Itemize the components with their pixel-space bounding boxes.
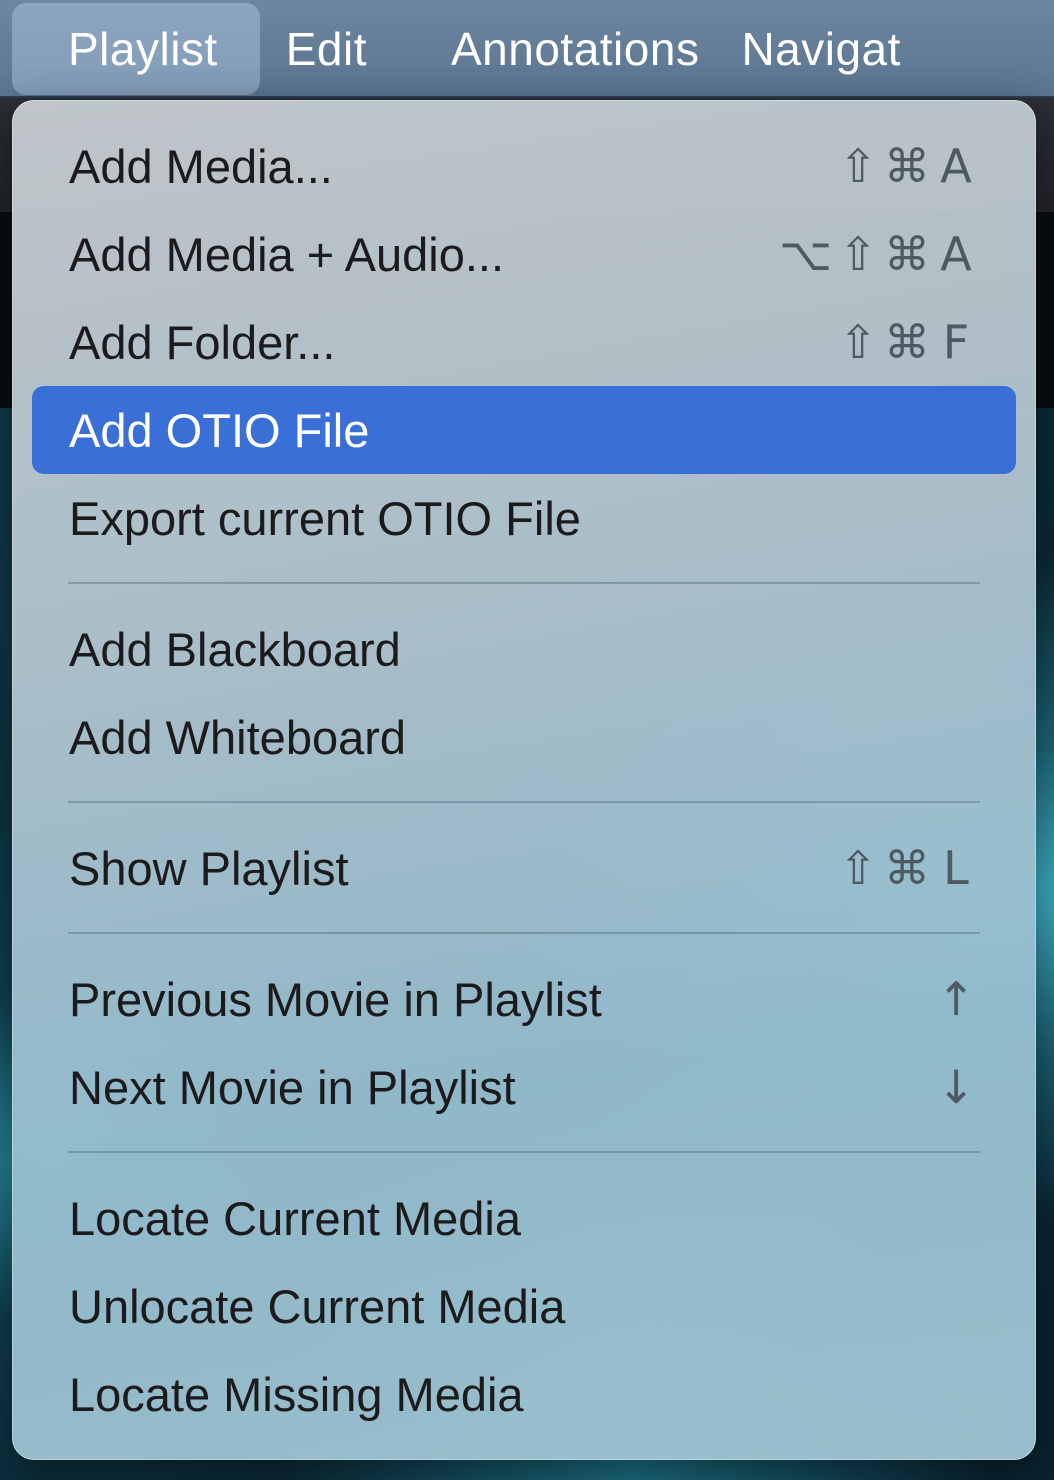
shortcut-letter: A <box>940 227 972 281</box>
menu-item-export-otio-file[interactable]: Export current OTIO File <box>32 474 1016 562</box>
option-key-icon: ⌥ <box>778 227 832 281</box>
menubar-edit[interactable]: Edit <box>260 3 451 95</box>
command-key-icon: ⌘ <box>884 139 930 193</box>
command-key-icon: ⌘ <box>884 227 930 281</box>
menu-separator <box>68 932 980 934</box>
menu-item-label: Previous Movie in Playlist <box>69 972 602 1026</box>
menu-item-unlocate-current-media[interactable]: Unlocate Current Media <box>32 1262 1016 1350</box>
menu-item-add-blackboard[interactable]: Add Blackboard <box>32 605 1016 693</box>
menu-item-previous-movie[interactable]: Previous Movie in Playlist ↑ <box>32 955 1016 1043</box>
menu-item-locate-current-media[interactable]: Locate Current Media <box>32 1174 1016 1262</box>
command-key-icon: ⌘ <box>884 315 930 369</box>
menu-item-label: Locate Current Media <box>69 1191 521 1245</box>
menu-item-label: Add Whiteboard <box>69 710 407 764</box>
menubar-annotations[interactable]: Annotations <box>451 3 741 95</box>
shortcut-letter: L <box>943 841 969 895</box>
arrow-down-icon: ↓ <box>936 1060 976 1114</box>
menubar-navigate[interactable]: Navigat <box>741 3 942 95</box>
menu-item-add-media-audio[interactable]: Add Media + Audio... ⌥ ⇧ ⌘ A <box>32 210 1016 298</box>
command-key-icon: ⌘ <box>884 841 930 895</box>
menu-item-next-movie[interactable]: Next Movie in Playlist ↓ <box>32 1043 1016 1131</box>
shift-key-icon: ⇧ <box>838 139 878 193</box>
menu-item-label: Export current OTIO File <box>69 491 581 545</box>
shift-key-icon: ⇧ <box>838 841 878 895</box>
menu-separator <box>68 582 980 584</box>
menu-item-add-otio-file[interactable]: Add OTIO File <box>32 386 1016 474</box>
menu-item-shortcut: ↑ <box>936 972 976 1026</box>
menu-item-locate-missing-media[interactable]: Locate Missing Media <box>32 1350 1016 1438</box>
shortcut-letter: F <box>942 315 970 369</box>
menu-item-label: Add Media + Audio... <box>69 227 505 281</box>
menu-item-label: Show Playlist <box>69 841 349 895</box>
menu-item-shortcut: ↓ <box>936 1060 976 1114</box>
shift-key-icon: ⇧ <box>838 315 878 369</box>
shortcut-letter: A <box>940 139 972 193</box>
menu-separator <box>68 1151 980 1153</box>
playlist-dropdown-menu: Add Media... ⇧ ⌘ A Add Media + Audio... … <box>12 100 1036 1460</box>
menu-item-shortcut: ⌥ ⇧ ⌘ A <box>779 227 976 281</box>
menu-bar: Playlist Edit Annotations Navigat <box>0 0 1054 98</box>
shift-key-icon: ⇧ <box>838 227 878 281</box>
menu-separator <box>68 801 980 803</box>
menu-item-label: Next Movie in Playlist <box>69 1060 516 1114</box>
menu-item-shortcut: ⇧ ⌘ F <box>838 315 976 369</box>
arrow-up-icon: ↑ <box>936 972 976 1026</box>
menu-item-shortcut: ⇧ ⌘ L <box>838 841 976 895</box>
menu-item-add-whiteboard[interactable]: Add Whiteboard <box>32 693 1016 781</box>
menubar-playlist[interactable]: Playlist <box>12 3 260 95</box>
menu-item-add-media[interactable]: Add Media... ⇧ ⌘ A <box>32 122 1016 210</box>
menu-item-label: Add Blackboard <box>69 622 401 676</box>
menu-item-label: Add Media... <box>69 139 333 193</box>
menu-item-shortcut: ⇧ ⌘ A <box>838 139 976 193</box>
menu-item-label: Add OTIO File <box>69 403 370 457</box>
menu-item-label: Add Folder... <box>69 315 336 369</box>
menu-item-label: Locate Missing Media <box>69 1367 524 1421</box>
menu-item-label: Unlocate Current Media <box>69 1279 566 1333</box>
menu-item-show-playlist[interactable]: Show Playlist ⇧ ⌘ L <box>32 824 1016 912</box>
menu-item-add-folder[interactable]: Add Folder... ⇧ ⌘ F <box>32 298 1016 386</box>
